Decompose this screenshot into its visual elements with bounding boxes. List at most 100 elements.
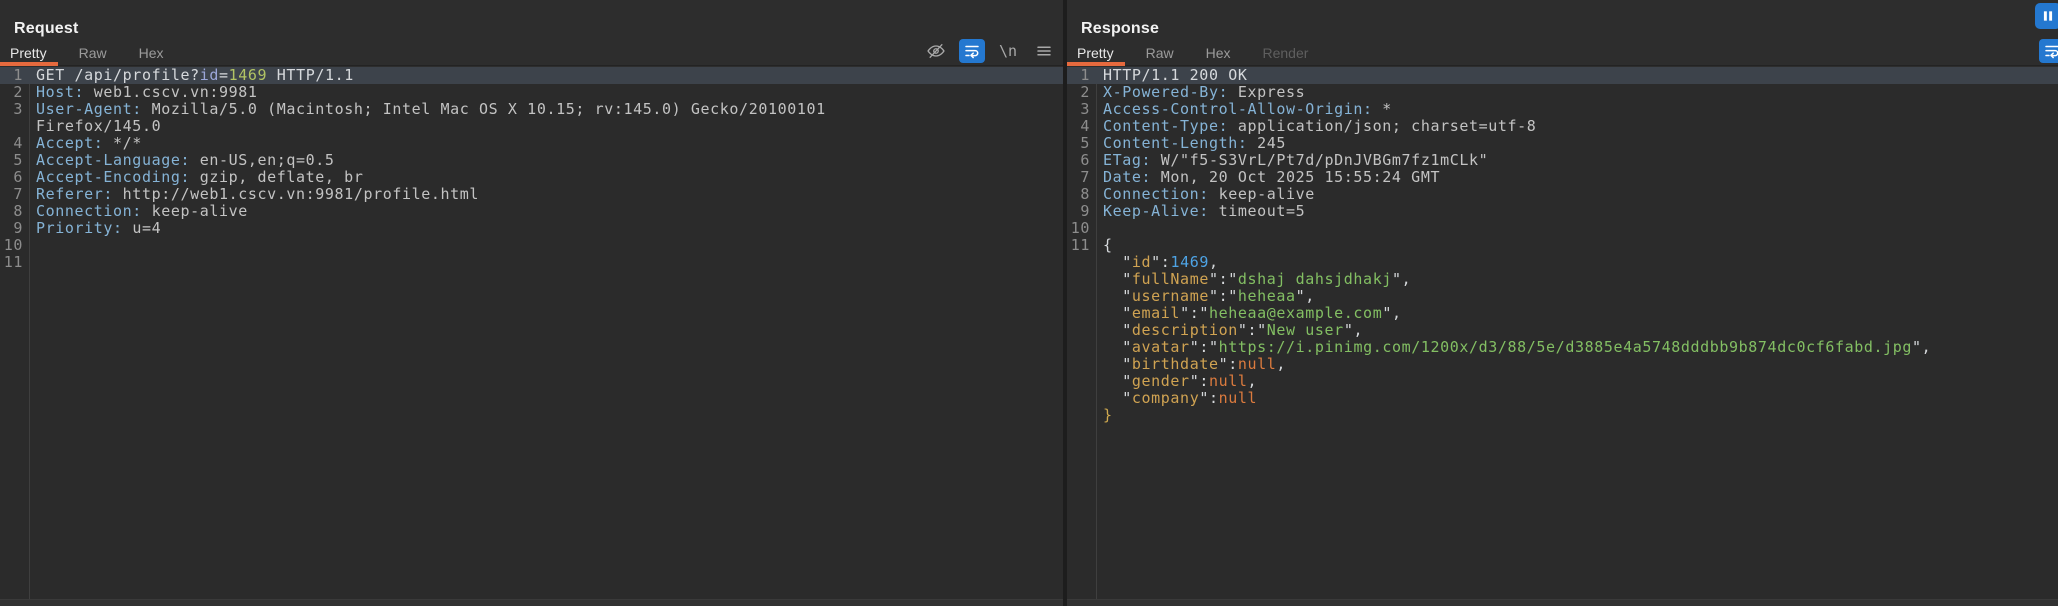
menu-icon[interactable] xyxy=(1031,39,1057,63)
tab-pretty[interactable]: Pretty xyxy=(10,45,47,61)
code-segment: " xyxy=(1103,304,1132,322)
code-segment: email xyxy=(1132,304,1180,322)
pause-intercept-button[interactable] xyxy=(2035,3,2058,29)
code-segment: Connection: xyxy=(1103,185,1209,203)
code-segment: " xyxy=(1103,253,1132,271)
line-number: 5 xyxy=(0,152,29,169)
code-segment: https://i.pinimg.com/1200x/d3/88/5e/d388… xyxy=(1219,338,1912,356)
code-segment: timeout=5 xyxy=(1209,202,1305,220)
line-number: 8 xyxy=(0,203,29,220)
code-content xyxy=(29,254,36,271)
splitter-continuation xyxy=(1063,599,1067,606)
code-segment: ":" xyxy=(1209,287,1238,305)
word-wrap-icon[interactable] xyxy=(959,39,985,63)
code-segment: username xyxy=(1132,287,1209,305)
code-content: Priority: u=4 xyxy=(29,220,161,237)
code-line: 1HTTP/1.1 200 OK xyxy=(1067,67,2058,84)
code-segment: " xyxy=(1103,270,1132,288)
code-segment: null xyxy=(1219,389,1258,407)
tab-raw[interactable]: Raw xyxy=(1146,45,1174,61)
code-segment: 1469 xyxy=(229,66,268,84)
code-segment: " xyxy=(1103,287,1132,305)
code-content: { "id":1469, "fullName":"dshaj dahsjdhak… xyxy=(1096,237,1931,424)
response-panel-header: Response Pretty Raw Hex Render xyxy=(1067,0,2058,66)
code-segment: HTTP/1.1 200 OK xyxy=(1103,66,1247,84)
code-segment: Accept-Language: xyxy=(36,151,190,169)
tab-raw[interactable]: Raw xyxy=(79,45,107,61)
code-segment: avatar xyxy=(1132,338,1190,356)
code-line: 5 Accept-Language: en-US,en;q=0.5 xyxy=(0,152,1063,169)
code-segment: en-US,en;q=0.5 xyxy=(190,151,334,169)
response-panel: Response Pretty Raw Hex Render 1HTTP/1.1 20… xyxy=(1067,0,2058,606)
code-segment: birthdate xyxy=(1132,355,1219,373)
response-editor[interactable]: 1HTTP/1.1 200 OK2X-Powered-By: Express3A… xyxy=(1067,67,2058,606)
request-panel: Request PrettyRawHex \n 1GET /api/profil… xyxy=(0,0,1063,606)
line-number: 6 xyxy=(1067,152,1096,169)
code-line: 3Access-Control-Allow-Origin: * xyxy=(1067,101,2058,118)
line-number: 7 xyxy=(1067,169,1096,186)
line-number: 9 xyxy=(1067,203,1096,220)
code-content: Referer: http://web1.cscv.vn:9981/profil… xyxy=(29,186,479,203)
line-number: 2 xyxy=(1067,84,1096,101)
line-number: 6 xyxy=(0,169,29,186)
line-number: 2 xyxy=(0,84,29,101)
code-segment: description xyxy=(1132,321,1238,339)
code-segment: null xyxy=(1238,355,1277,373)
code-segment: application/json; charset=utf-8 xyxy=(1228,117,1536,135)
tab-pretty[interactable]: Pretty xyxy=(1077,45,1114,61)
code-segment: ", xyxy=(1912,338,1931,356)
code-content: Access-Control-Allow-Origin: * xyxy=(1096,101,1392,118)
code-segment: " xyxy=(1103,389,1132,407)
code-content: Host: web1.cscv.vn:9981 xyxy=(29,84,258,101)
code-segment: Referer: xyxy=(36,185,113,203)
tab-hex[interactable]: Hex xyxy=(139,45,164,61)
repeater-message-view: Request PrettyRawHex \n 1GET /api/profil… xyxy=(0,0,2058,606)
line-number: 3 xyxy=(1067,101,1096,118)
code-segment: " xyxy=(1103,321,1132,339)
horizontal-scrollbar-track[interactable] xyxy=(0,599,2058,606)
code-content: Keep-Alive: timeout=5 xyxy=(1096,203,1305,220)
code-segment: Firefox/145.0 xyxy=(36,117,161,135)
code-content: Connection: keep-alive xyxy=(1096,186,1315,203)
code-segment: Access-Control-Allow-Origin: xyxy=(1103,100,1373,118)
newline-chars-icon-label: \n xyxy=(999,42,1017,60)
code-segment: heheaa@example.com xyxy=(1209,304,1382,322)
code-segment: " xyxy=(1103,355,1132,373)
code-segment: company xyxy=(1132,389,1199,407)
code-line: 8Connection: keep-alive xyxy=(1067,186,2058,203)
code-line: 2Host: web1.cscv.vn:9981 xyxy=(0,84,1063,101)
code-line: 3User-Agent: Mozilla/5.0 (Macintosh; Int… xyxy=(0,101,1063,135)
code-content: Connection: keep-alive xyxy=(29,203,248,220)
code-segment: , xyxy=(1209,253,1219,271)
code-line: 10 xyxy=(0,237,1063,254)
line-number: 3 xyxy=(0,101,29,135)
line-number: 1 xyxy=(0,67,29,84)
word-wrap-icon[interactable] xyxy=(2039,39,2058,63)
response-tab-bar: Pretty Raw Hex Render xyxy=(1067,41,2058,65)
code-segment: gender xyxy=(1132,372,1190,390)
code-line: 9Keep-Alive: timeout=5 xyxy=(1067,203,2058,220)
line-number: 9 xyxy=(0,220,29,237)
line-number: 8 xyxy=(1067,186,1096,203)
code-segment: Accept-Encoding: xyxy=(36,168,190,186)
code-segment: ":" xyxy=(1238,321,1267,339)
tab-render: Render xyxy=(1263,45,1309,61)
code-segment: " xyxy=(1103,338,1132,356)
code-segment: web1.cscv.vn:9981 xyxy=(84,83,257,101)
code-segment: */* xyxy=(103,134,142,152)
code-segment: Mozilla/5.0 (Macintosh; Intel Mac OS X 1… xyxy=(142,100,826,118)
line-number: 5 xyxy=(1067,135,1096,152)
tab-hex[interactable]: Hex xyxy=(1206,45,1231,61)
code-content xyxy=(29,237,36,254)
code-segment: dshaj dahsjdhakj xyxy=(1238,270,1392,288)
newline-chars-icon[interactable]: \n xyxy=(995,39,1021,63)
code-segment: ": xyxy=(1199,389,1218,407)
code-segment: HTTP/1.1 xyxy=(267,66,354,84)
response-panel-title: Response xyxy=(1081,20,1159,38)
request-editor[interactable]: 1GET /api/profile?id=1469 HTTP/1.12Host:… xyxy=(0,67,1063,606)
code-content: X-Powered-By: Express xyxy=(1096,84,1305,101)
code-segment: 1469 xyxy=(1170,253,1209,271)
code-segment: } xyxy=(1103,406,1113,424)
hide-nonprinting-icon[interactable] xyxy=(923,39,949,63)
request-panel-header: Request PrettyRawHex \n xyxy=(0,0,1063,66)
